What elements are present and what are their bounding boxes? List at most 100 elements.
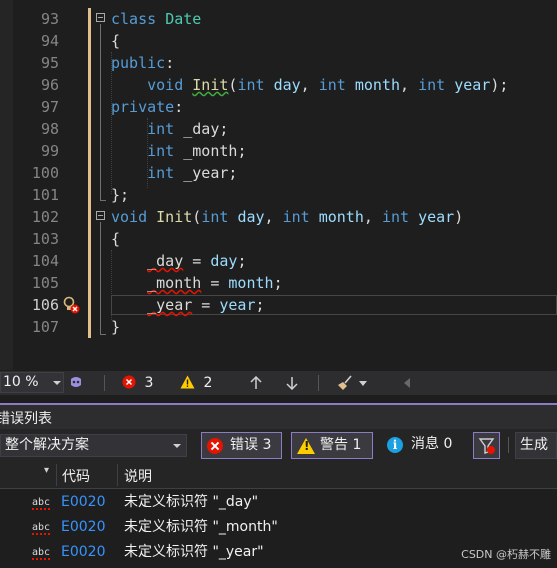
code-token: year (219, 296, 256, 314)
code-token: _day (183, 120, 220, 138)
line-number: 99 (40, 142, 59, 160)
code-token: , (264, 208, 283, 226)
code-line[interactable]: 93 class Date (0, 8, 557, 30)
column-header-description[interactable]: 说明 (124, 466, 152, 486)
code-line[interactable]: 103 { (0, 228, 557, 250)
code-token: Date (165, 10, 202, 28)
code-text: void Init(int day, int month, int year) (111, 206, 463, 228)
warning-count: 2 (203, 375, 213, 391)
line-number: 107 (31, 318, 59, 336)
code-text: _month = month; (111, 272, 282, 294)
collapse-icon[interactable] (96, 211, 105, 220)
code-token: int (201, 208, 229, 226)
code-line[interactable]: 102 void Init(int day, int month, int yea… (0, 206, 557, 228)
code-token: int (237, 76, 265, 94)
code-token: ; (237, 142, 247, 160)
error-count-indicator[interactable]: 3 (122, 371, 153, 395)
code-token: ; (237, 252, 247, 270)
error-list-toolbar: 整个解决方案 错误 3 ! 警告 1 i 消息 0 生成 (0, 429, 557, 462)
error-description: 未定义标识符 "_year" (124, 544, 264, 560)
code-token: month (228, 274, 274, 292)
code-text: _day = day; (111, 250, 246, 272)
sort-filter-icon[interactable]: ▾ (44, 465, 49, 476)
warning-icon (180, 375, 195, 389)
filter-button[interactable] (473, 432, 500, 459)
scope-dropdown[interactable]: 整个解决方案 (0, 434, 187, 457)
code-line[interactable]: 95 public: (0, 52, 557, 74)
code-token: Init (156, 208, 193, 226)
code-token: = (192, 296, 220, 314)
error-description: 未定义标识符 "_month" (124, 519, 278, 535)
arrow-up-icon[interactable] (249, 376, 263, 390)
quick-actions-lightbulb-icon[interactable] (62, 296, 80, 314)
build-source-label: 生成 (520, 437, 548, 453)
messages-filter-label: 消息 0 (411, 436, 453, 452)
collapse-icon[interactable] (96, 13, 105, 22)
code-token: _year (183, 164, 229, 182)
code-token: month (318, 208, 364, 226)
code-line[interactable]: 99 int _month; (0, 140, 557, 162)
code-line[interactable]: 105 _month = month; (0, 272, 557, 294)
code-text: int _day; (111, 118, 228, 140)
code-token: = (201, 274, 229, 292)
code-token: }; (111, 186, 130, 204)
separator (508, 437, 509, 453)
line-number: 100 (31, 164, 59, 182)
column-divider[interactable] (56, 464, 57, 486)
code-line[interactable]: 98 int _day; (0, 118, 557, 140)
code-editor[interactable]: 93 class Date 94{95 public: 96 void Init(int… (0, 0, 557, 370)
code-text: } (111, 316, 120, 338)
errors-filter-button[interactable]: 错误 3 (201, 432, 282, 459)
error-code-link[interactable]: E0020 (61, 490, 105, 515)
line-number: 97 (40, 98, 59, 116)
code-line[interactable]: 106 _year = year; (0, 294, 557, 316)
warnings-filter-label: 警告 1 (320, 437, 362, 453)
error-code-link[interactable]: E0020 (61, 515, 105, 540)
warning-count-indicator[interactable]: 2 (180, 371, 212, 395)
line-number: 103 (31, 230, 59, 248)
zoom-value: 10 % (3, 374, 39, 390)
error-row[interactable]: abc E0020 未定义标识符 "_month" (0, 515, 557, 540)
code-line[interactable]: 101}; (0, 184, 557, 206)
code-line[interactable]: 107} (0, 316, 557, 338)
error-code-link[interactable]: E0020 (61, 540, 105, 565)
code-line[interactable]: 100 int _year; (0, 162, 557, 184)
chevron-down-icon[interactable] (359, 381, 367, 386)
warnings-filter-button[interactable]: ! 警告 1 (291, 432, 373, 459)
copilot-icon[interactable] (68, 375, 84, 391)
code-text: int _month; (111, 140, 246, 162)
code-text: { (111, 30, 120, 52)
code-text: class Date (111, 8, 201, 30)
line-number: 101 (31, 186, 59, 204)
zoom-dropdown[interactable]: 10 % (0, 372, 64, 393)
code-line[interactable]: 96 void Init(int day, int month, int yea… (0, 74, 557, 96)
column-header-code[interactable]: 代码 (62, 466, 90, 486)
messages-filter-button[interactable]: i 消息 0 (387, 432, 463, 459)
code-token: : (165, 54, 175, 72)
arrow-down-icon[interactable] (285, 376, 299, 390)
code-text: _year = year; (111, 294, 264, 316)
code-token: { (111, 230, 121, 248)
error-row[interactable]: abc E0020 未定义标识符 "_day" (0, 490, 557, 515)
build-source-dropdown[interactable]: 生成 (515, 432, 557, 459)
error-list-title-bar: 错误列表 (0, 405, 557, 429)
code-line[interactable]: 97 private: (0, 96, 557, 118)
error-icon (122, 375, 136, 389)
code-line[interactable]: 104 _day = day; (0, 250, 557, 272)
scroll-left-icon[interactable] (404, 378, 410, 388)
code-token: class (111, 10, 157, 28)
code-token: _month (147, 274, 202, 292)
code-line[interactable]: 94 { (0, 30, 557, 52)
code-token: int (147, 120, 175, 138)
line-number: 95 (40, 54, 59, 72)
column-divider[interactable] (117, 464, 118, 486)
code-cleanup-broom-icon[interactable] (337, 375, 353, 391)
